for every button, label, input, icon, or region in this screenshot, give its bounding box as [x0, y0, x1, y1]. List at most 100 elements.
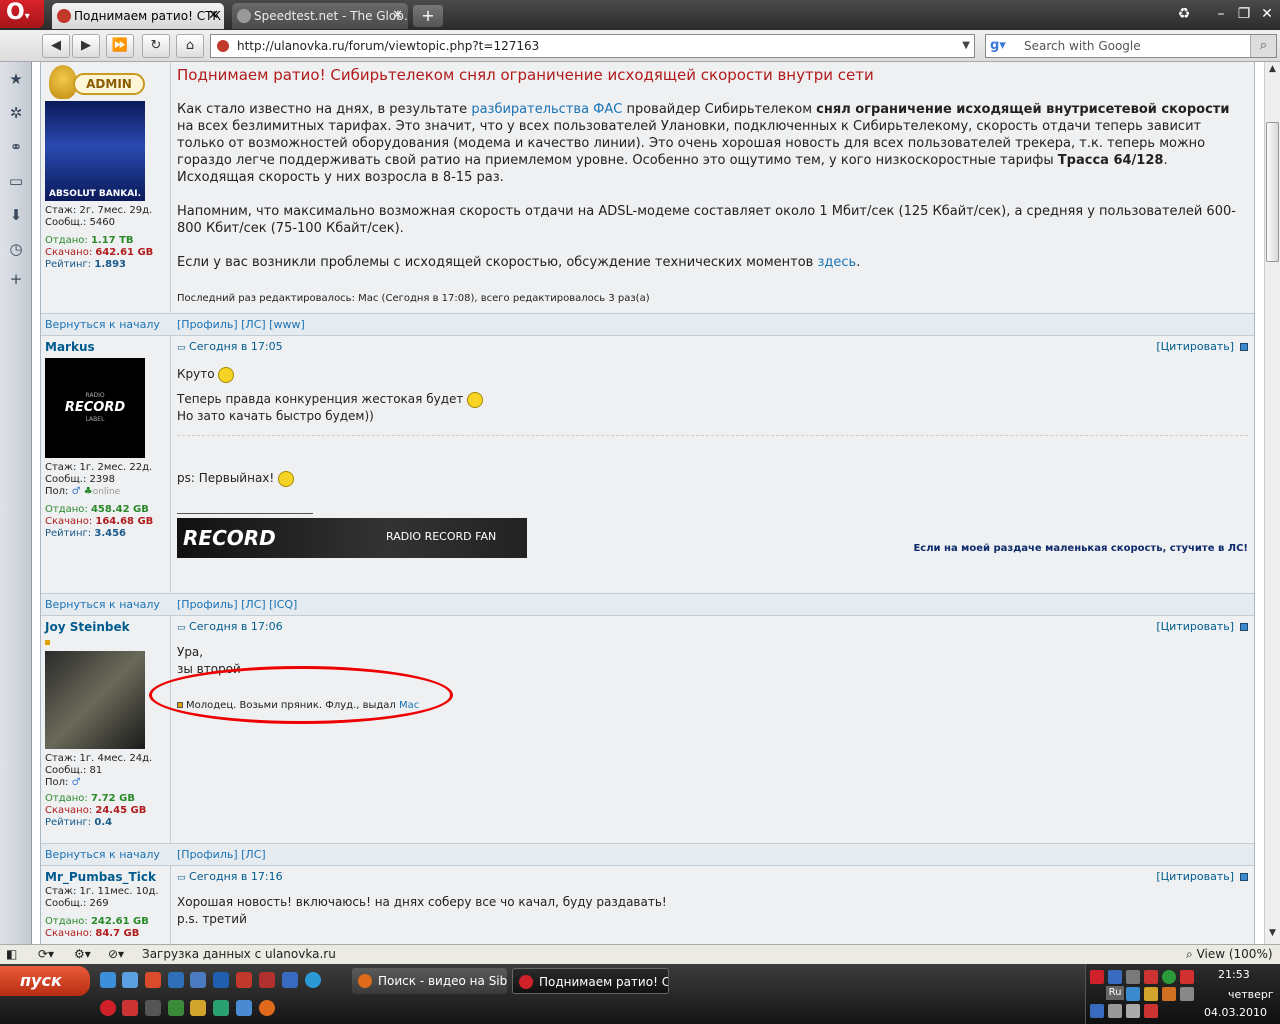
profile-links[interactable]: [Профиль] [ЛС] [ICQ]: [177, 594, 297, 616]
opera-menu-button[interactable]: O▾: [0, 0, 44, 28]
post-paragraph: Как стало известно на днях, в результате…: [177, 101, 1248, 186]
tray-icon[interactable]: [1090, 1004, 1104, 1018]
app-icon[interactable]: [282, 972, 298, 988]
taskbar-item-search[interactable]: Поиск - видео на Sib...: [352, 968, 507, 994]
rating-value: 1.893: [94, 259, 126, 270]
trash-icon[interactable]: ♻: [1173, 3, 1195, 25]
username[interactable]: Mr_Pumbas_Tick: [41, 866, 170, 884]
restore-icon[interactable]: ❐: [1233, 3, 1255, 25]
search-icon[interactable]: ⌕: [1250, 35, 1276, 57]
back-button[interactable]: ◀: [42, 34, 70, 58]
app-icon[interactable]: [145, 1000, 161, 1016]
app-icon[interactable]: [259, 972, 275, 988]
downloads-icon[interactable]: ⬇: [7, 206, 25, 224]
text-span: .: [856, 255, 861, 270]
speedtest-favicon-icon: [237, 9, 251, 23]
close-window-icon[interactable]: ✕: [1256, 3, 1278, 25]
vertical-scrollbar[interactable]: ▲ ▼: [1264, 62, 1280, 944]
tray-icon[interactable]: [1108, 970, 1122, 984]
quote-button[interactable]: [Цитировать]: [1156, 868, 1248, 886]
app-icon[interactable]: [168, 972, 184, 988]
history-icon[interactable]: ◷: [7, 240, 25, 258]
content-blocker-icon[interactable]: ⊘▾: [108, 945, 124, 964]
scroll-thumb[interactable]: [1266, 122, 1279, 262]
taskbar-item-opera[interactable]: Поднимаем ратио! С...: [512, 968, 669, 994]
tray-icon[interactable]: [1180, 970, 1194, 984]
profile-links[interactable]: [Профиль] [ЛС]: [177, 844, 266, 866]
skype-icon[interactable]: [305, 972, 321, 988]
app-icon[interactable]: [168, 1000, 184, 1016]
scroll-down-icon[interactable]: ▼: [1266, 928, 1279, 942]
widgets-icon[interactable]: ✲: [7, 104, 25, 122]
close-tab-icon[interactable]: ✕: [392, 3, 403, 29]
reload-button[interactable]: ↻: [142, 34, 170, 58]
search-input[interactable]: g▾ Search with Google ⌕: [985, 34, 1277, 58]
panel-toggle-icon[interactable]: ◧: [6, 945, 17, 964]
app-icon[interactable]: [236, 972, 252, 988]
gender-label: Пол:: [45, 486, 69, 497]
back-to-top-link[interactable]: Вернуться к началу: [45, 314, 160, 336]
text-span: на всех безлимитных тарифах. Это значит,…: [177, 119, 1206, 168]
scroll-up-icon[interactable]: ▲: [1266, 64, 1279, 78]
fast-forward-button[interactable]: ⏩: [106, 34, 134, 58]
quote-button[interactable]: [Цитировать]: [1156, 338, 1248, 356]
user-staz: Стаж: 1г. 2мес. 22д.: [45, 462, 153, 473]
tray-icon[interactable]: [1144, 987, 1158, 1001]
volume-icon[interactable]: [1180, 987, 1194, 1001]
app-icon[interactable]: [213, 972, 229, 988]
app-icon[interactable]: [145, 972, 161, 988]
post-footer-bar: Вернуться к началу [Профиль] [ЛС] [ICQ]: [41, 594, 1254, 616]
printer-icon[interactable]: [1108, 1004, 1122, 1018]
zoom-control[interactable]: ⌕ View (100%): [1186, 945, 1273, 964]
app-icon[interactable]: [190, 972, 206, 988]
bookmarks-icon[interactable]: ★: [7, 70, 25, 88]
username[interactable]: Joy Steinbek: [41, 616, 170, 634]
quote-button[interactable]: [Цитировать]: [1156, 618, 1248, 636]
grin-icon: [467, 391, 484, 408]
forward-button[interactable]: ▶: [72, 34, 100, 58]
here-link[interactable]: здесь: [817, 255, 856, 270]
home-button[interactable]: ⌂: [176, 34, 204, 58]
app-icon[interactable]: [190, 1000, 206, 1016]
back-to-top-link[interactable]: Вернуться к началу: [45, 844, 160, 866]
tray-icon[interactable]: [1162, 970, 1176, 984]
add-panel-icon[interactable]: +: [7, 270, 25, 288]
tray-icon[interactable]: [1144, 970, 1158, 984]
tab-active[interactable]: Поднимаем ратио! СТК ... ✕: [52, 3, 224, 29]
user-upload: Отдано: 1.17 TB: [41, 235, 170, 247]
close-tab-icon[interactable]: ✕: [208, 3, 219, 29]
tray-icon[interactable]: [1090, 970, 1104, 984]
tray-icon[interactable]: [1162, 987, 1176, 1001]
app-icon[interactable]: [213, 1000, 229, 1016]
tray-icon[interactable]: [1126, 987, 1140, 1001]
ie-icon[interactable]: [100, 972, 116, 988]
tab-speedtest[interactable]: Speedtest.net - The Glob... ✕: [232, 3, 408, 29]
app-icon[interactable]: [122, 1000, 138, 1016]
tray-icon[interactable]: [1144, 1004, 1158, 1018]
network-icon[interactable]: [1126, 970, 1140, 984]
fas-link[interactable]: разбирательства ФАС: [471, 102, 622, 117]
turbo-icon[interactable]: ⚙▾: [74, 945, 91, 964]
tab-bar: O▾ Поднимаем ратио! СТК ... ✕ Speedtest.…: [0, 0, 1280, 30]
address-field[interactable]: http://ulanovka.ru/forum/viewtopic.php?t…: [210, 34, 975, 58]
chevron-down-icon[interactable]: ▼: [962, 35, 970, 57]
start-button[interactable]: пуск: [0, 966, 90, 996]
sync-icon[interactable]: ⟳▾: [38, 945, 54, 964]
minimize-icon[interactable]: –: [1210, 3, 1232, 25]
profile-links[interactable]: [Профиль] [ЛС] [www]: [177, 314, 305, 336]
speaker-icon[interactable]: [1126, 1004, 1140, 1018]
rating-value: 0.4: [94, 817, 113, 828]
username[interactable]: Markus: [41, 336, 170, 354]
language-indicator[interactable]: Ru: [1106, 986, 1124, 1000]
firefox-icon[interactable]: [259, 1000, 275, 1016]
opera-icon[interactable]: [100, 1000, 116, 1016]
user-rating: Рейтинг: 1.893: [41, 259, 170, 271]
new-tab-button[interactable]: +: [413, 5, 443, 27]
explorer-icon[interactable]: [122, 972, 138, 988]
notes-icon[interactable]: ▭: [7, 172, 25, 190]
unite-icon[interactable]: ⚭: [7, 138, 25, 156]
clock-time: 21:53: [1218, 968, 1250, 981]
app-icon[interactable]: [236, 1000, 252, 1016]
back-to-top-link[interactable]: Вернуться к началу: [45, 594, 160, 616]
bold-text: снял ограничение исходящей внутрисетевой…: [816, 102, 1230, 117]
